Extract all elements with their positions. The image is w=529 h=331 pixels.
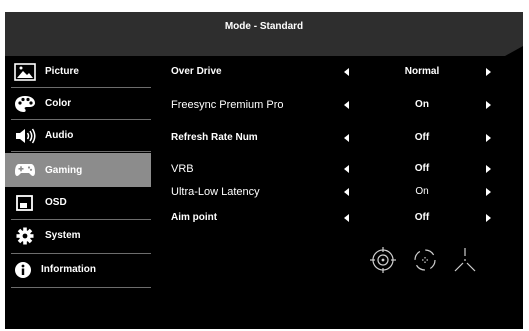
arrow-left-icon[interactable] xyxy=(344,188,349,196)
setting-value: On xyxy=(415,186,429,197)
osd-window-icon xyxy=(16,195,33,211)
picture-icon xyxy=(14,63,36,81)
divider xyxy=(11,151,151,152)
sidebar-item-label: Information xyxy=(41,264,96,275)
arrow-left-icon[interactable] xyxy=(344,214,349,222)
setting-label: Ultra-Low Latency xyxy=(171,186,260,198)
setting-value: Off xyxy=(414,212,430,223)
sidebar-item-picture[interactable]: Picture xyxy=(5,56,151,88)
arrow-left-icon[interactable] xyxy=(344,68,349,76)
setting-label: Freesync Premium Pro xyxy=(171,99,284,111)
sidebar-item-system[interactable]: System xyxy=(5,220,151,254)
arrow-right-icon[interactable] xyxy=(486,165,491,173)
sidebar-item-audio[interactable]: Audio xyxy=(5,120,151,152)
sidebar-item-gaming[interactable]: Gaming xyxy=(5,153,151,187)
sidebar-item-color[interactable]: Color xyxy=(5,88,151,120)
sidebar-item-information[interactable]: Information xyxy=(5,254,151,288)
sidebar-item-label: Audio xyxy=(45,130,74,141)
arrow-left-icon[interactable] xyxy=(344,134,349,142)
crosshair-circle-icon[interactable] xyxy=(369,246,397,274)
setting-label: Aim point xyxy=(171,212,218,223)
setting-row-over-drive[interactable]: Over Drive Normal xyxy=(171,66,511,82)
info-icon xyxy=(15,262,31,278)
setting-value: Normal xyxy=(404,66,440,77)
sidebar-item-label: Picture xyxy=(45,66,79,77)
setting-value: On xyxy=(415,99,429,110)
arrow-left-icon[interactable] xyxy=(344,165,349,173)
arrow-left-icon[interactable] xyxy=(344,101,349,109)
arrow-right-icon[interactable] xyxy=(486,68,491,76)
crosshair-dashed-icon[interactable] xyxy=(411,246,439,274)
setting-label: Refresh Rate Num xyxy=(171,132,258,143)
osd-menu: Mode - Standard Picture Color Audio Gami… xyxy=(5,12,523,329)
sidebar-item-osd[interactable]: OSD xyxy=(5,187,151,220)
sidebar-item-label: System xyxy=(45,230,81,241)
divider xyxy=(11,287,151,288)
header-bar: Mode - Standard xyxy=(5,12,523,44)
gear-icon xyxy=(16,227,34,245)
speaker-icon xyxy=(16,128,36,144)
setting-label: Over Drive xyxy=(171,66,222,77)
palette-icon xyxy=(15,96,35,112)
sidebar-item-label: OSD xyxy=(45,197,67,208)
arrow-right-icon[interactable] xyxy=(486,214,491,222)
setting-value: Off xyxy=(414,132,430,143)
setting-label: VRB xyxy=(171,163,194,175)
arrow-right-icon[interactable] xyxy=(486,188,491,196)
crosshair-tripod-icon[interactable] xyxy=(451,246,479,274)
arrow-right-icon[interactable] xyxy=(486,101,491,109)
sidebar-item-label: Gaming xyxy=(45,165,83,176)
sidebar-item-label: Color xyxy=(45,98,72,109)
page-title: Mode - Standard xyxy=(224,21,304,32)
arrow-right-icon[interactable] xyxy=(486,134,491,142)
setting-row-ultra-low-latency[interactable]: Ultra-Low Latency On xyxy=(171,186,511,202)
gamepad-icon xyxy=(15,164,35,176)
setting-row-refresh-rate-num[interactable]: Refresh Rate Num Off xyxy=(171,132,511,148)
setting-row-vrb[interactable]: VRB Off xyxy=(171,163,511,179)
setting-row-freesync[interactable]: Freesync Premium Pro On xyxy=(171,99,511,115)
setting-row-aim-point[interactable]: Aim point Off xyxy=(171,212,511,228)
setting-value: Off xyxy=(414,163,430,174)
